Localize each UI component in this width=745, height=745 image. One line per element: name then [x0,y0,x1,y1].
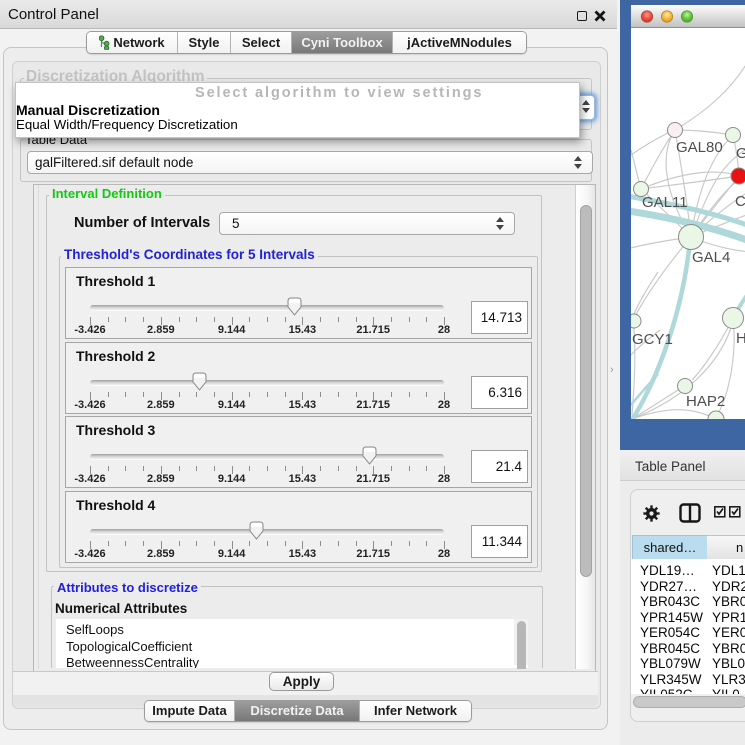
svg-text:HAP2: HAP2 [686,393,725,410]
svg-text:GAL11: GAL11 [642,194,688,211]
svg-text:GCY1: GCY1 [632,331,673,348]
svg-text:GA: GA [736,145,745,162]
svg-text:H: H [736,330,745,347]
svg-text:GAL80: GAL80 [676,139,723,156]
svg-text:C: C [735,193,745,210]
svg-text:GAL4: GAL4 [692,249,730,266]
